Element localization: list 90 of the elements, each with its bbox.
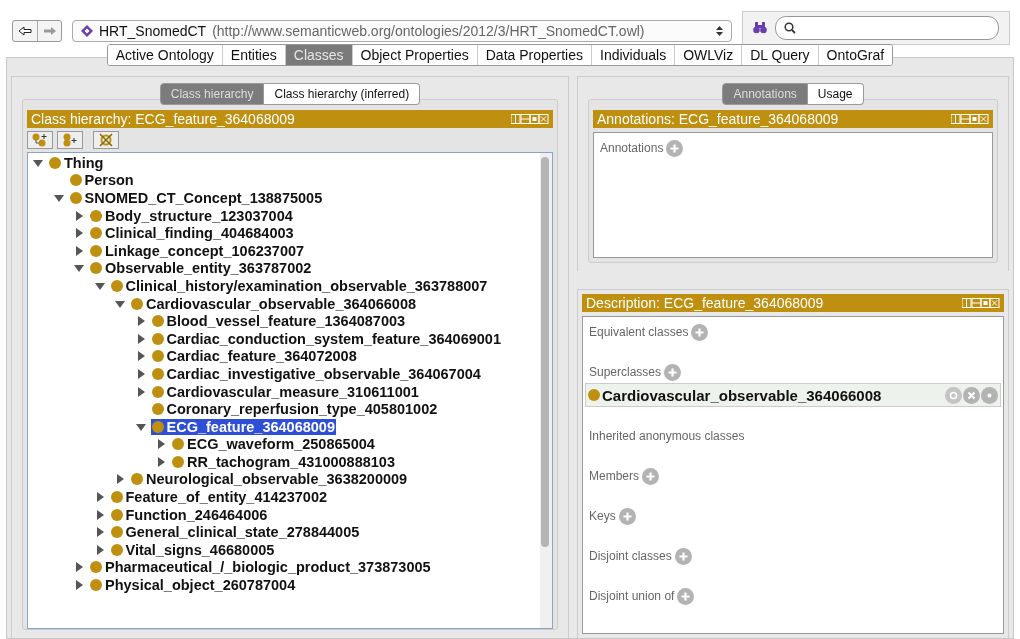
tree-item[interactable]: Thing (48, 154, 105, 171)
tree-item[interactable]: Pharmaceutical_/_biologic_product_373873005 (89, 559, 432, 576)
class-icon (151, 332, 164, 345)
tree-item[interactable]: Blood_vessel_feature_1364087003 (150, 313, 407, 330)
left-arrow-icon (18, 26, 32, 36)
class-icon (110, 526, 123, 539)
view-tab[interactable]: Usage (807, 83, 864, 105)
tree-item[interactable]: RR_tachogram_431000888103 (171, 453, 396, 470)
tree-item[interactable]: Observable_entity_363787002 (89, 260, 313, 277)
tree-item[interactable]: SNOMED_CT_Concept_138875005 (68, 190, 324, 206)
collapsed-arrow-icon[interactable] (73, 209, 85, 222)
class-icon (172, 455, 184, 468)
class-icon (110, 491, 123, 504)
tree-item[interactable]: Neurological_observable_3638200009 (130, 471, 409, 488)
tab[interactable]: Classes (284, 45, 352, 65)
collapsed-arrow-icon[interactable] (155, 438, 167, 451)
class-icon (90, 579, 102, 592)
tree-item[interactable]: Body_structure_123037004 (89, 207, 294, 224)
tree-item[interactable]: ECG_feature_364068009 (150, 418, 336, 435)
tree-item[interactable]: General_clinical_state_278844005 (109, 524, 361, 541)
class-icon (90, 227, 102, 240)
class-icon (90, 561, 102, 574)
ontology-icon (81, 25, 93, 37)
class-icon (90, 209, 102, 222)
view-controls-icon[interactable] (511, 114, 549, 124)
view-title-bar: Class hierarchy: ECG_feature_364068009 (27, 110, 553, 128)
class-icon (90, 244, 102, 257)
class-icon (151, 385, 164, 398)
collapsed-arrow-icon[interactable] (73, 227, 85, 240)
class-icon (131, 473, 143, 486)
section-label: Inherited anonymous classes (589, 429, 745, 443)
collapsed-arrow-icon[interactable] (73, 579, 85, 592)
section-label: Members (589, 469, 639, 483)
tree-item[interactable]: Person (68, 172, 135, 189)
class-icon (110, 279, 123, 292)
scrollbar[interactable] (540, 153, 552, 628)
class-icon (131, 297, 143, 310)
class-icon (69, 174, 82, 187)
ontology-selector[interactable]: HRT_SnomedCT (http://www.semanticweb.org/ontologies/2012/3/HRT_SnomedCT.owl) (72, 20, 732, 42)
tree-item[interactable]: Cardiovascular_observable_364066008 (130, 295, 418, 312)
tree-item[interactable]: Cardiac_conduction_system_feature_364069001 (150, 330, 502, 347)
right-arrow-icon (42, 26, 57, 36)
class-icon (588, 389, 600, 401)
class-icon (151, 350, 164, 363)
class-icon (151, 315, 164, 328)
tree-item[interactable]: Clinical_history/examination_observable_363788007 (109, 277, 489, 294)
collapsed-arrow-icon[interactable] (155, 455, 167, 468)
class-icon (110, 508, 123, 521)
section-label: Disjoint union of (589, 589, 675, 603)
section-label: Annotations (600, 141, 664, 155)
class-icon (151, 403, 164, 416)
tree-item[interactable]: Cardiac_feature_364072008 (150, 348, 358, 365)
tree-item[interactable]: Physical_object_260787004 (89, 577, 297, 594)
tree-item[interactable]: Feature_of_entity_414237002 (109, 489, 328, 506)
class-icon (49, 156, 61, 169)
collapsed-arrow-icon[interactable] (114, 473, 126, 486)
tree-item[interactable]: Vital_signs_46680005 (109, 541, 276, 558)
section-label: Keys (589, 509, 616, 523)
class-icon (69, 192, 82, 204)
collapsed-arrow-icon[interactable] (73, 244, 85, 257)
class-icon (151, 420, 164, 433)
collapsed-arrow-icon[interactable] (73, 561, 85, 574)
search-field[interactable] (775, 16, 999, 40)
tree-item[interactable]: ECG_waveform_250865004 (171, 436, 376, 453)
tree-item[interactable]: Linkage_concept_106237007 (89, 242, 306, 259)
class-icon (151, 367, 164, 380)
section-label: Superclasses (589, 365, 662, 379)
view-controls-icon[interactable] (962, 298, 1000, 308)
expanded-arrow-icon[interactable] (52, 192, 65, 204)
tab[interactable]: OntoGraf (817, 45, 893, 65)
tree-item[interactable]: Function_246464006 (109, 506, 269, 523)
view-title-bar: Annotations: ECG_feature_364068009 (593, 110, 993, 128)
tree-item[interactable]: Coronary_reperfusion_type_405801002 (150, 401, 439, 418)
binoculars-icon[interactable] (753, 22, 767, 34)
class-icon (172, 438, 184, 451)
delete-class-button[interactable] (93, 131, 119, 149)
view-title-bar: Description: ECG_feature_364068009 (582, 294, 1004, 312)
add-subclass-button[interactable] (27, 131, 53, 149)
search-icon (784, 22, 796, 34)
class-icon (110, 543, 123, 556)
add-sibling-button[interactable] (57, 131, 83, 149)
tree-item[interactable]: Cardiac_investigative_observable_364067004 (150, 365, 482, 382)
stepper-icon (716, 25, 723, 37)
tree-item[interactable]: Clinical_finding_404684003 (89, 225, 295, 242)
class-icon (90, 262, 102, 275)
section-label: Disjoint classes (589, 549, 672, 563)
view-tab[interactable]: Class hierarchy (inferred) (264, 83, 421, 105)
section-label: Equivalent classes (589, 325, 689, 339)
view-controls-icon[interactable] (951, 114, 989, 124)
tree-item[interactable]: Cardiovascular_measure_310611001 (150, 383, 420, 400)
